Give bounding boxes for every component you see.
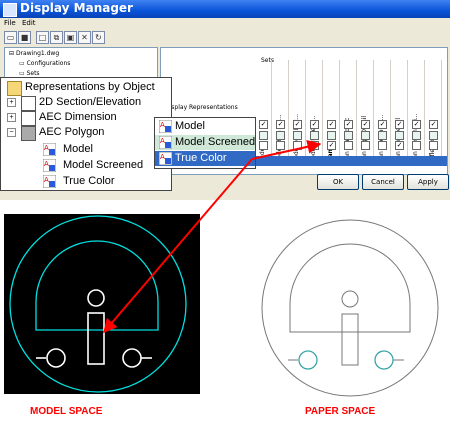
illustration-layer: [4, 139, 439, 397]
arrow-to-grid: [251, 139, 322, 160]
paper-space-label: PAPER SPACE: [305, 406, 376, 417]
paper-space-right-grip: [374, 350, 394, 370]
model-space-label: MODEL SPACE: [30, 406, 103, 417]
paper-space-drawing: [261, 219, 439, 397]
paper-space-left-grip: [298, 350, 318, 370]
